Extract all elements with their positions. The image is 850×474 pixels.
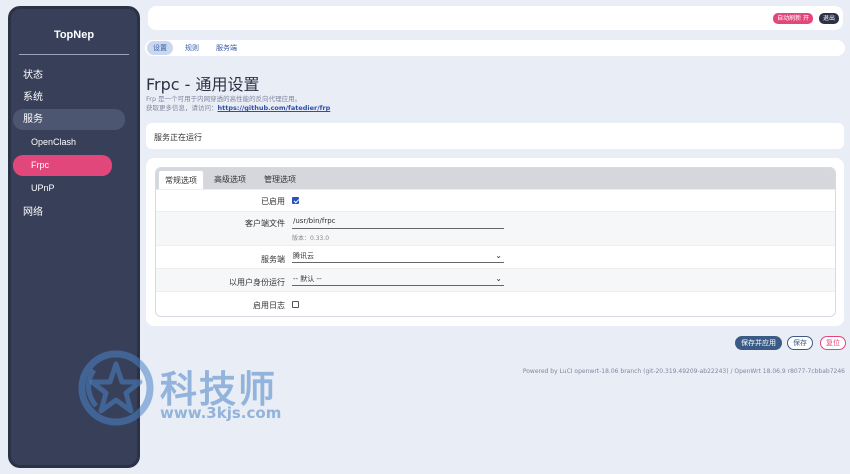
description-line-2: 获取更多信息，请访问：https://github.com/fatedier/f…	[146, 104, 330, 113]
tab-management-options[interactable]: 管理选项	[258, 170, 302, 189]
sidebar-item-upnp[interactable]: UPnP	[13, 178, 127, 199]
description-prefix: 获取更多信息，请访问：	[146, 104, 218, 112]
brand-divider	[19, 54, 129, 55]
enable-log-label: 启用日志	[253, 301, 285, 310]
tab-advanced-options[interactable]: 高级选项	[208, 170, 252, 189]
frp-github-link[interactable]: https://github.com/fatedier/frp	[218, 104, 331, 112]
tab-rules[interactable]: 规则	[179, 41, 205, 55]
sidebar-item-frpc[interactable]: Frpc	[13, 155, 112, 176]
page-title: Frpc - 通用设置	[146, 75, 260, 94]
sidebar-nav: 状态 系统 服务 OpenClash Frpc UPnP 网络	[11, 65, 137, 223]
auto-refresh-toggle[interactable]: 自动刷新 开	[773, 13, 813, 24]
page-tabs: 设置 规则 服务端	[145, 40, 845, 56]
watermark-logo-icon	[78, 350, 154, 426]
tab-settings[interactable]: 设置	[147, 41, 173, 55]
chevron-down-icon: ⌄	[495, 251, 502, 260]
description-line-1: Frp 是一个可用于内网穿透的高性能的反向代理应用。	[146, 95, 302, 103]
tab-general-options[interactable]: 常规选项	[158, 170, 204, 189]
settings-panel: 常规选项 高级选项 管理选项 已启用 客户端文件 /usr/bin/frpc 版…	[146, 158, 844, 326]
client-file-input[interactable]: /usr/bin/frpc	[292, 215, 504, 229]
status-box: 服务正在运行	[146, 123, 844, 149]
enable-log-checkbox[interactable]	[292, 301, 299, 308]
row-run-as: 以用户身份运行 -- 默认 -- ⌄	[156, 268, 835, 291]
save-and-apply-button[interactable]: 保存并应用	[735, 336, 782, 350]
run-as-select-value: -- 默认 --	[293, 275, 322, 283]
section-tabs: 常规选项 高级选项 管理选项	[156, 168, 835, 189]
settings-section: 常规选项 高级选项 管理选项 已启用 客户端文件 /usr/bin/frpc 版…	[155, 167, 836, 317]
server-select-value: 腾讯云	[293, 252, 314, 260]
run-as-label: 以用户身份运行	[229, 278, 285, 287]
logout-button[interactable]: 退出	[818, 13, 839, 24]
row-enable-log: 启用日志	[156, 291, 835, 314]
top-bar: 自动刷新 开 退出	[148, 6, 843, 30]
footer-version: Powered by LuCI openwrt-18.06 branch (gi…	[522, 368, 845, 375]
row-enabled: 已启用	[156, 189, 835, 211]
enabled-checkbox[interactable]	[292, 197, 299, 204]
save-button[interactable]: 保存	[787, 336, 813, 350]
sidebar-item-openclash[interactable]: OpenClash	[13, 132, 127, 153]
chevron-down-icon: ⌄	[495, 274, 502, 283]
run-as-select[interactable]: -- 默认 -- ⌄	[292, 273, 504, 286]
page-description: Frp 是一个可用于内网穿透的高性能的反向代理应用。 获取更多信息，请访问：ht…	[146, 95, 330, 113]
row-server: 服务端 腾讯云 ⌄	[156, 245, 835, 268]
server-label: 服务端	[261, 255, 285, 264]
server-select[interactable]: 腾讯云 ⌄	[292, 250, 504, 263]
sidebar-item-status[interactable]: 状态	[13, 65, 127, 86]
sidebar-item-network[interactable]: 网络	[13, 202, 127, 223]
watermark-url: www.3kjs.com	[160, 404, 282, 422]
tab-server[interactable]: 服务端	[210, 41, 243, 55]
row-client-file: 客户端文件 /usr/bin/frpc 版本：0.33.0	[156, 211, 835, 245]
reset-button[interactable]: 复位	[820, 336, 846, 350]
client-file-label: 客户端文件	[245, 219, 285, 228]
brand-title[interactable]: TopNep	[11, 29, 137, 45]
service-status: 服务正在运行	[154, 133, 202, 142]
sidebar-item-services[interactable]: 服务	[13, 109, 125, 130]
version-hint: 版本：0.33.0	[292, 235, 330, 242]
enabled-label: 已启用	[261, 197, 285, 206]
sidebar-item-system[interactable]: 系统	[13, 87, 127, 108]
